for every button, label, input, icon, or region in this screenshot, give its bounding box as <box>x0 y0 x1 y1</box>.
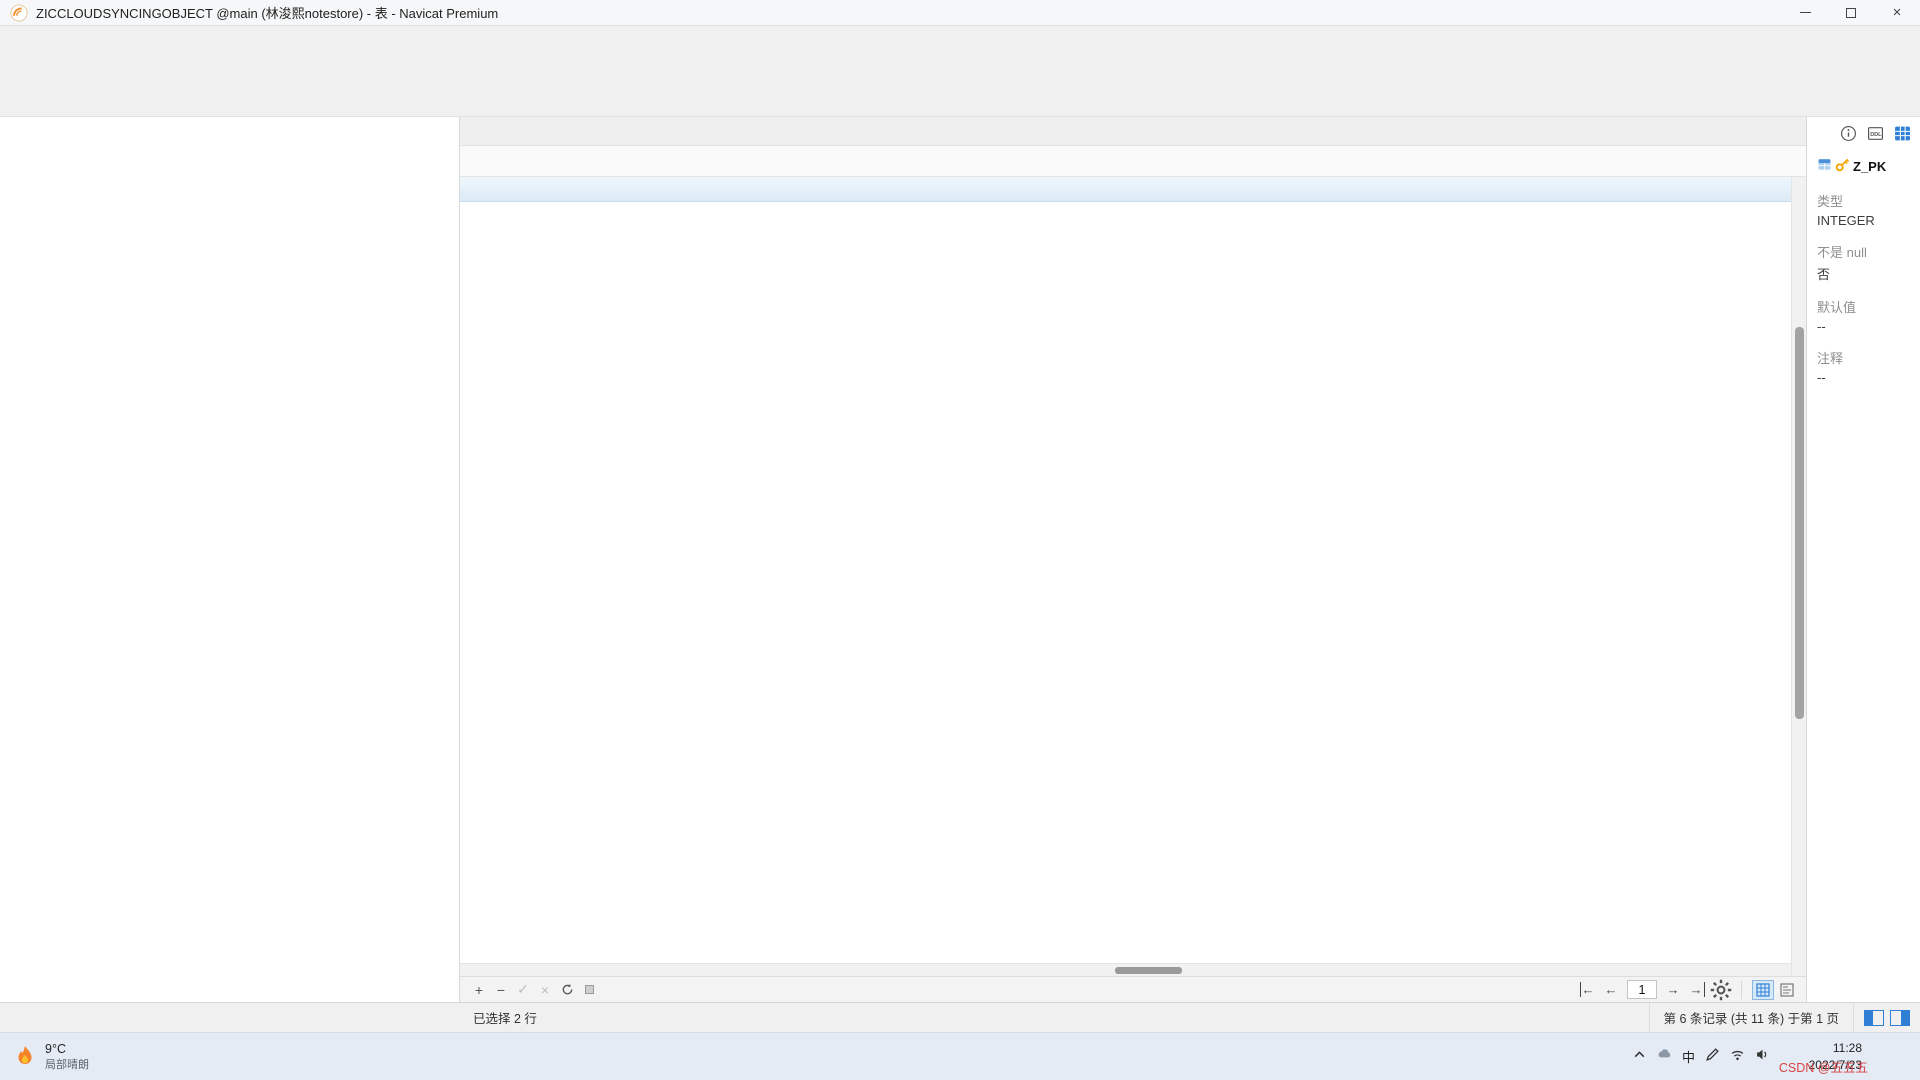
minimize-button[interactable] <box>1782 0 1828 25</box>
connection-tree <box>0 117 460 1002</box>
last-page-button[interactable]: → <box>1685 980 1709 1000</box>
default-label: 默认值 <box>1817 297 1912 316</box>
tray-chevron-up-icon[interactable] <box>1632 1047 1647 1067</box>
horizontal-scrollbar[interactable] <box>460 963 1791 976</box>
weather-icon <box>12 1044 38 1070</box>
primary-key-icon <box>1835 157 1853 175</box>
weather-temp: 9°C <box>45 1042 89 1056</box>
system-tray: 中 <box>1632 1047 1770 1067</box>
tray-cloud-icon[interactable] <box>1657 1047 1672 1067</box>
type-value: INTEGER <box>1817 213 1912 228</box>
grid-footer: + − ✓ × ← ← 1 → → <box>460 976 1806 1002</box>
menu-bar <box>0 26 1920 53</box>
grid-rows <box>460 202 1791 963</box>
toggle-right-pane-button[interactable] <box>1890 1010 1910 1026</box>
title-bar: ZICCLOUDSYNCINGOBJECT @main (林浚熙notestor… <box>0 0 1920 26</box>
previous-page-button[interactable]: ← <box>1599 980 1623 1000</box>
navicat-app-icon <box>10 4 28 22</box>
vertical-scrollbar[interactable] <box>1791 177 1806 976</box>
pagination: ← ← 1 → → <box>1575 980 1798 1000</box>
stop-button[interactable] <box>578 980 600 1000</box>
column-grid-icon[interactable] <box>1892 123 1912 143</box>
add-record-button[interactable]: + <box>468 980 490 1000</box>
maximize-button[interactable] <box>1828 0 1874 25</box>
tray-pen-icon[interactable] <box>1705 1047 1720 1067</box>
tray-network-icon[interactable] <box>1730 1047 1745 1067</box>
notnull-label: 不是 null <box>1817 242 1912 261</box>
comment-label: 注释 <box>1817 348 1912 367</box>
table-toolbar <box>460 146 1806 177</box>
main-toolbar <box>0 53 1920 117</box>
column-name: Z_PK <box>1853 159 1886 174</box>
discard-changes-button[interactable]: × <box>534 980 556 1000</box>
h-scroll-thumb[interactable] <box>1115 967 1182 974</box>
v-scroll-thumb[interactable] <box>1795 327 1804 719</box>
grid-view-button[interactable] <box>1752 980 1774 1000</box>
time: 11:28 <box>1809 1040 1862 1056</box>
page-settings-gear-icon[interactable] <box>1709 980 1733 1000</box>
table-icon <box>1817 157 1835 175</box>
form-view-button[interactable] <box>1776 980 1798 1000</box>
csdn-watermark: CSDN @五五五 <box>1779 1057 1868 1076</box>
comment-value: -- <box>1817 370 1912 385</box>
tray-volume-icon[interactable] <box>1755 1047 1770 1067</box>
apply-changes-button[interactable]: ✓ <box>512 980 534 1000</box>
tab-bar <box>460 117 1806 146</box>
ddl-icon[interactable]: DDL <box>1865 123 1885 143</box>
default-value: -- <box>1817 319 1912 334</box>
object-info-panel: DDL Z_PK 类型 INTEGER 不是 null 否 默认值 -- <box>1806 117 1920 1002</box>
weather-widget[interactable]: 9°C 局部晴朗 <box>12 1042 89 1072</box>
first-page-button[interactable]: ← <box>1575 980 1599 1000</box>
delete-record-button[interactable]: − <box>490 980 512 1000</box>
refresh-button[interactable] <box>556 980 578 1000</box>
windows-taskbar: 9°C 局部晴朗 中 11:28 2022/7/23 CSDN @五五五 <box>0 1032 1920 1080</box>
info-icon[interactable] <box>1838 123 1858 143</box>
close-button[interactable]: × <box>1874 0 1920 25</box>
record-position-status: 第 6 条记录 (共 11 条) 于第 1 页 <box>1649 1003 1854 1032</box>
next-page-button[interactable]: → <box>1661 980 1685 1000</box>
svg-text:DDL: DDL <box>1870 132 1882 138</box>
page-number-input[interactable]: 1 <box>1627 980 1657 999</box>
toggle-left-pane-button[interactable] <box>1864 1010 1884 1026</box>
ime-indicator[interactable]: 中 <box>1682 1047 1695 1066</box>
grid-header <box>460 177 1791 202</box>
notnull-value: 否 <box>1817 264 1912 283</box>
selection-status: 已选择 2 行 <box>473 1008 537 1027</box>
status-bar: 已选择 2 行 第 6 条记录 (共 11 条) 于第 1 页 <box>0 1002 1920 1032</box>
navicat-window: ZICCLOUDSYNCINGOBJECT @main (林浚熙notestor… <box>0 0 1920 1080</box>
selected-column-title: Z_PK <box>1817 157 1912 175</box>
weather-desc: 局部晴朗 <box>45 1056 89 1072</box>
window-title: ZICCLOUDSYNCINGOBJECT @main (林浚熙notestor… <box>36 3 498 22</box>
type-label: 类型 <box>1817 191 1912 210</box>
